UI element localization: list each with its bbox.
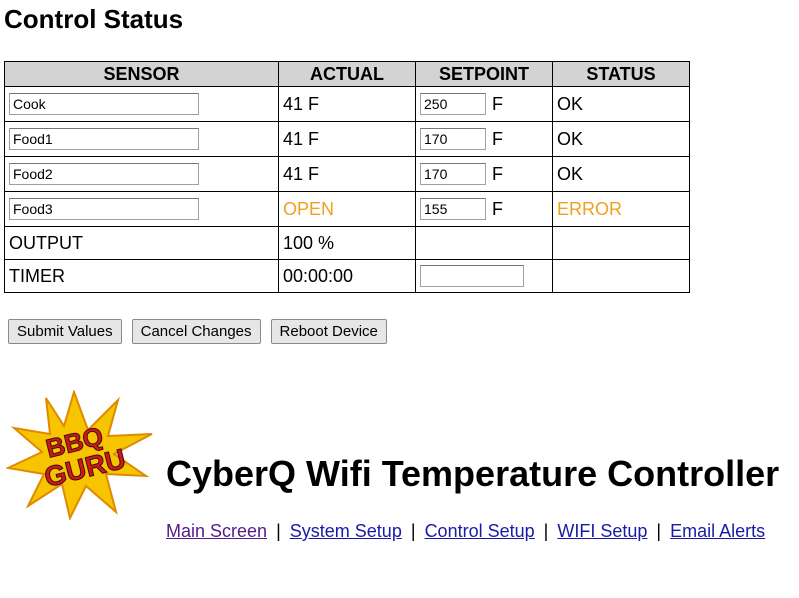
table-row: 41 F F OK xyxy=(4,86,690,122)
header-actual: ACTUAL xyxy=(278,61,416,87)
sensor-name-cell xyxy=(4,121,279,157)
sensor-name-input-cook[interactable] xyxy=(9,93,199,116)
table-header-row: SENSOR ACTUAL SETPOINT STATUS xyxy=(4,61,690,87)
empty-cell xyxy=(552,259,690,293)
empty-cell xyxy=(552,226,690,260)
sensor-status: OK xyxy=(552,86,690,122)
setpoint-unit: F xyxy=(492,93,503,114)
action-buttons: Submit Values Cancel Changes Reboot Devi… xyxy=(8,319,387,344)
sensor-status: OK xyxy=(552,121,690,157)
header-status: STATUS xyxy=(552,61,690,87)
nav-links: Main Screen | System Setup | Control Set… xyxy=(166,521,765,542)
nav-link-email-alerts[interactable]: Email Alerts xyxy=(670,521,765,541)
nav-separator: | xyxy=(410,521,416,541)
header-setpoint: SETPOINT xyxy=(415,61,553,87)
sensor-actual: 41 F xyxy=(278,86,416,122)
empty-cell xyxy=(415,226,553,260)
sensor-name-cell xyxy=(4,191,279,227)
timer-input[interactable] xyxy=(420,265,524,288)
sensor-name-input-food1[interactable] xyxy=(9,128,199,151)
sensor-actual: 41 F xyxy=(278,156,416,192)
timer-row: TIMER 00:00:00 xyxy=(4,259,690,293)
setpoint-cell: F xyxy=(415,121,553,157)
setpoint-cell: F xyxy=(415,86,553,122)
setpoint-cell: F xyxy=(415,191,553,227)
nav-link-control-setup[interactable]: Control Setup xyxy=(425,521,535,541)
sensor-name-cell xyxy=(4,156,279,192)
output-row: OUTPUT 100 % xyxy=(4,226,690,260)
sensor-actual: 41 F xyxy=(278,121,416,157)
header-sensor: SENSOR xyxy=(4,61,279,87)
sensor-name-input-food3[interactable] xyxy=(9,198,199,221)
nav-separator: | xyxy=(656,521,662,541)
control-status-table: SENSOR ACTUAL SETPOINT STATUS 41 F F OK … xyxy=(4,61,690,293)
timer-value: 00:00:00 xyxy=(278,259,416,293)
setpoint-input-cook[interactable] xyxy=(420,93,486,116)
setpoint-unit: F xyxy=(492,128,503,149)
setpoint-input-food1[interactable] xyxy=(420,128,486,151)
nav-link-main-screen[interactable]: Main Screen xyxy=(166,521,267,541)
sensor-status: OK xyxy=(552,156,690,192)
table-row: OPEN F ERROR xyxy=(4,191,690,227)
setpoint-unit: F xyxy=(492,198,503,219)
nav-link-system-setup[interactable]: System Setup xyxy=(290,521,402,541)
setpoint-input-food3[interactable] xyxy=(420,198,486,221)
timer-label: TIMER xyxy=(4,259,279,293)
reboot-device-button[interactable]: Reboot Device xyxy=(270,319,387,344)
submit-values-button[interactable]: Submit Values xyxy=(8,319,122,344)
nav-link-wifi-setup[interactable]: WIFI Setup xyxy=(557,521,647,541)
nav-separator: | xyxy=(543,521,549,541)
cancel-changes-button[interactable]: Cancel Changes xyxy=(131,319,261,344)
table-row: 41 F F OK xyxy=(4,156,690,192)
sensor-name-input-food2[interactable] xyxy=(9,163,199,186)
nav-separator: | xyxy=(276,521,281,541)
bbq-guru-logo: BBQ GURU xyxy=(6,390,153,520)
output-label: OUTPUT xyxy=(4,226,279,260)
app-title: CyberQ Wifi Temperature Controller xyxy=(166,453,780,494)
output-value: 100 % xyxy=(278,226,416,260)
sensor-actual-warning: OPEN xyxy=(278,191,416,227)
setpoint-unit: F xyxy=(492,163,503,184)
page-title: Control Status xyxy=(4,4,184,34)
sensor-name-cell xyxy=(4,86,279,122)
table-row: 41 F F OK xyxy=(4,121,690,157)
timer-input-cell xyxy=(415,259,553,293)
sensor-status-error: ERROR xyxy=(552,191,690,227)
setpoint-cell: F xyxy=(415,156,553,192)
setpoint-input-food2[interactable] xyxy=(420,163,486,186)
